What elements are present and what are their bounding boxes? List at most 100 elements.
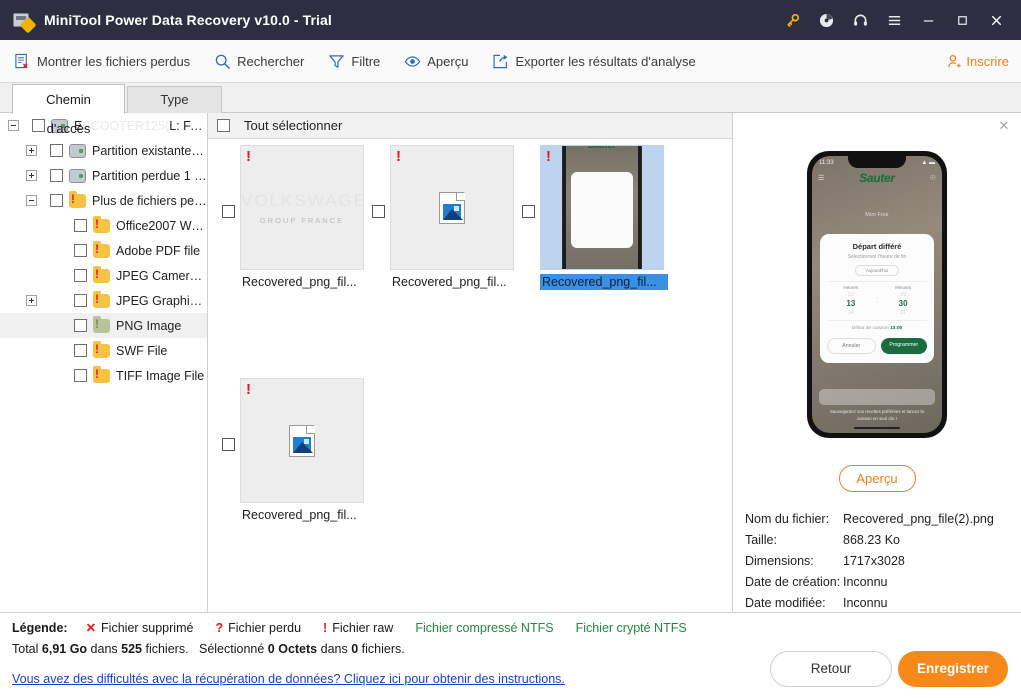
tree-item-partition-existante[interactable]: Partition existante (... xyxy=(0,138,207,163)
time-separator: : xyxy=(876,296,878,304)
export-scan-results-button[interactable]: Exporter les résultats d'analyse xyxy=(480,40,707,83)
tree-checkbox[interactable] xyxy=(74,369,87,382)
tab-chemin-dacces[interactable]: Chemin d'accès xyxy=(12,84,125,136)
tree-checkbox[interactable] xyxy=(74,319,87,332)
expand-toggle-icon[interactable] xyxy=(26,295,37,306)
key-icon[interactable] xyxy=(777,5,807,35)
dialog-day-chip: Aujourd'hui xyxy=(854,264,900,276)
drive-icon xyxy=(69,168,86,183)
back-button[interactable]: Retour xyxy=(770,651,892,687)
register-button[interactable]: Inscrire xyxy=(947,54,1009,69)
detail-value: Inconnu xyxy=(843,574,888,589)
phone-screenshot-thumb: Sauter xyxy=(563,146,641,269)
search-button[interactable]: Rechercher xyxy=(202,40,316,83)
hours-column: Heures 12 13 14 xyxy=(828,285,873,316)
tree-item-tiff-image-file[interactable]: TIFF Image File xyxy=(0,363,207,388)
minimize-icon[interactable] xyxy=(913,5,943,35)
file-checkbox[interactable] xyxy=(372,205,385,218)
file-checkbox[interactable] xyxy=(222,205,235,218)
tree-item-office2007-word[interactable]: Office2007 Wor... xyxy=(0,213,207,238)
generic-image-icon xyxy=(439,191,465,224)
close-icon[interactable]: ✕ xyxy=(996,118,1012,134)
preview-panel: ✕ 11:33 ▲ ▬ ☰ Sauter ☉ Mon Four Départ d… xyxy=(733,113,1021,612)
detail-row-modified: Date modifiée: Inconnu xyxy=(745,592,1021,613)
raw-file-icon: ! xyxy=(246,381,251,398)
preview-button[interactable]: Aperçu xyxy=(392,40,480,83)
detail-row-size: Taille: 868.23 Ko xyxy=(745,529,1021,550)
save-button[interactable]: Enregistrer xyxy=(898,651,1008,687)
collapse-toggle-icon[interactable] xyxy=(8,120,19,131)
legend-deleted-file: ✕ Fichier supprimé xyxy=(86,620,194,636)
total-prefix: Total xyxy=(12,642,39,656)
tree-checkbox[interactable] xyxy=(50,169,63,182)
disc-icon[interactable] xyxy=(811,5,841,35)
tree-item-png-image[interactable]: PNG Image xyxy=(0,313,207,338)
file-checkbox[interactable] xyxy=(522,205,535,218)
preview-label: Aperçu xyxy=(427,53,469,69)
select-all-row[interactable]: Tout sélectionner xyxy=(208,113,732,139)
tree-item-swf-file[interactable]: SWF File xyxy=(0,338,207,363)
menu-icon[interactable] xyxy=(879,5,909,35)
detail-key: Date de création: xyxy=(745,574,841,589)
tree-item-escooter125[interactable]: ESCOOTER125(L: FAT... xyxy=(0,113,207,138)
tree-item-label: Adobe PDF file xyxy=(116,243,201,258)
raw-file-icon: ! xyxy=(546,148,551,165)
legend-compressed-ntfs: Fichier compressé NTFS xyxy=(415,621,553,635)
minutes-label: Minutes xyxy=(895,284,912,290)
minutes-current: 30 xyxy=(898,298,908,308)
collapse-toggle-icon[interactable] xyxy=(26,195,37,206)
tree-checkbox[interactable] xyxy=(74,219,87,232)
file-thumbnail[interactable]: ! Sauter xyxy=(540,145,664,270)
apercu-button[interactable]: Aperçu xyxy=(838,465,916,492)
legend-bar: Légende: ✕ Fichier supprimé ? Fichier pe… xyxy=(0,612,1021,642)
filter-button[interactable]: Filtre xyxy=(316,40,392,83)
file-thumbnail[interactable]: ! xyxy=(390,145,514,270)
filter-label: Filtre xyxy=(351,53,381,69)
eye-icon xyxy=(404,55,421,67)
headset-icon[interactable] xyxy=(845,5,875,35)
preview-image-stage: 11:33 ▲ ▬ ☰ Sauter ☉ Mon Four Départ dif… xyxy=(733,139,1021,449)
phone-clock: 11:33 xyxy=(819,160,834,166)
tree-checkbox[interactable] xyxy=(74,344,87,357)
generic-image-icon xyxy=(289,424,315,457)
expand-toggle-icon[interactable] xyxy=(26,145,37,156)
tree-checkbox[interactable] xyxy=(74,294,87,307)
tree-checkbox[interactable] xyxy=(50,144,63,157)
tree-checkbox[interactable] xyxy=(74,269,87,282)
legend-encrypted-ntfs: Fichier crypté NTFS xyxy=(576,621,687,635)
file-checkbox[interactable] xyxy=(222,438,235,451)
legend-label: Fichier supprimé xyxy=(101,620,194,635)
tree-checkbox[interactable] xyxy=(32,119,45,132)
tree-checkbox[interactable] xyxy=(74,244,87,257)
file-thumbnail[interactable]: ! VOLKSWAGEN GROUP FRANCE xyxy=(240,145,364,270)
tree-item-plus-de-fichiers-perdus[interactable]: Plus de fichiers per... xyxy=(0,188,207,213)
tab-type[interactable]: Type xyxy=(127,86,222,113)
search-icon xyxy=(215,54,231,69)
tree-item-adobe-pdf-file[interactable]: Adobe PDF file xyxy=(0,238,207,263)
select-all-checkbox[interactable] xyxy=(217,119,230,132)
expand-toggle-icon[interactable] xyxy=(26,170,37,181)
file-thumbnail[interactable]: ! xyxy=(240,378,364,503)
file-item-selected[interactable]: ! Sauter Recovered_png_fil... xyxy=(516,145,668,293)
close-icon[interactable] xyxy=(981,5,1011,35)
hours-current: 13 xyxy=(846,298,856,308)
file-item[interactable]: ! Recovered_png_fil... xyxy=(366,145,516,293)
tree-item-label: SWF File xyxy=(116,343,168,358)
help-link[interactable]: Vous avez des difficultés avec la récupé… xyxy=(12,672,565,686)
phone-screenshot-preview: 11:33 ▲ ▬ ☰ Sauter ☉ Mon Four Départ dif… xyxy=(807,150,947,438)
raw-file-icon: ! xyxy=(396,148,401,165)
phone-bottom-card xyxy=(819,388,935,405)
show-lost-files-button[interactable]: Montrer les fichiers perdus xyxy=(0,40,202,83)
tree-item-partition-perdue-1[interactable]: Partition perdue 1 (... xyxy=(0,163,207,188)
file-item[interactable]: ! VOLKSWAGEN GROUP FRANCE Recovered_png_… xyxy=(216,145,366,293)
depart-differe-dialog: Départ différé Sélectionnez l'heure de f… xyxy=(820,233,934,363)
tree-item-label: ESCOOTER125(L: FAT... xyxy=(74,118,207,133)
maximize-icon[interactable] xyxy=(947,5,977,35)
directory-tree[interactable]: ESCOOTER125(L: FAT... Partition existant… xyxy=(0,113,208,612)
tree-checkbox[interactable] xyxy=(50,194,63,207)
tree-item-jpeg-graphics[interactable]: JPEG Graphics ... xyxy=(0,288,207,313)
window-controls xyxy=(777,5,1021,35)
file-item[interactable]: ! Recovered_png_fil... xyxy=(216,378,366,526)
tree-item-label: Partition perdue 1 (... xyxy=(92,168,207,183)
tree-item-jpeg-camera-file[interactable]: JPEG Camera file xyxy=(0,263,207,288)
